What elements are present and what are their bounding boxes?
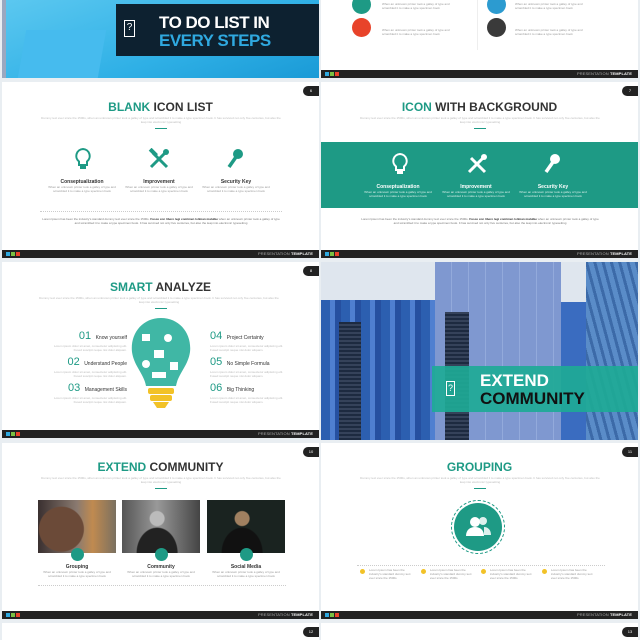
slide-footer: PRESENTATION TEMPLATE: [2, 611, 319, 619]
photo-grouping: [38, 500, 116, 553]
tools-icon: [466, 153, 488, 180]
slide-subtitle: Dummy text ever since the 1500s, when an…: [360, 116, 600, 124]
key-icon: [226, 148, 244, 175]
item-desc: When an unknown printer took a galley of…: [125, 185, 193, 193]
item-desc: Lorem Ipsum has been the industry's stan…: [551, 568, 593, 580]
slide-title-line1: TO DO LIST IN: [159, 13, 270, 32]
slide-paragraph: Lorem Ipsum has been the industry's stan…: [361, 217, 599, 225]
circle-icon-teal: [352, 0, 371, 14]
item-desc: When an unknown printer took a galley of…: [127, 570, 195, 578]
analyze-item: 06 Big Thinking Lorem ipsum dolor sit ame…: [210, 382, 284, 404]
community-icon: [155, 548, 168, 561]
slide-title: EXTEND COMMUNITY: [97, 460, 224, 474]
users-icon: [71, 548, 84, 561]
slide-12[interactable]: 12: [2, 623, 319, 640]
item-desc: When an unknown printer took a galley of…: [43, 570, 111, 578]
lightbulb-icon: [392, 152, 408, 180]
analyze-item: 04 Project Certainty Lorem ipsum dolor si…: [210, 330, 284, 352]
question-icon: ?: [446, 381, 455, 396]
slide-number: 8: [303, 266, 319, 276]
bullet-icon: [481, 569, 486, 574]
slide-blank-icon-list[interactable]: 6 BLANK ICON LIST Dummy text ever since …: [2, 82, 319, 258]
item-desc: Lorem Ipsum has been the industry's stan…: [490, 568, 532, 580]
slide-smart-analyze[interactable]: 8 SMART ANALYZE Dummy text ever since th…: [2, 262, 319, 438]
social-icon: [240, 548, 253, 561]
bullet-icon: [542, 569, 547, 574]
slide-icon-circles[interactable]: When an unknown printer took a galley of…: [321, 0, 638, 78]
title-band: ? EXTEND COMMUNITY: [432, 366, 638, 412]
slide-number: 10: [303, 447, 319, 457]
slide-subtitle: Dummy text ever since the 1500s, when an…: [41, 476, 281, 484]
item-desc: Lorem Ipsum has been the industry's stan…: [430, 568, 472, 580]
slide-title-line2: COMMUNITY: [480, 389, 585, 408]
slide-number: 7: [622, 86, 638, 96]
item-desc: When an unknown printer took a galley of…: [212, 570, 280, 578]
slide-subtitle: Dummy text ever since the 1500s, when an…: [360, 476, 600, 484]
question-icon: ?: [124, 20, 135, 37]
lightbulb-infographic: [128, 316, 194, 421]
slide-title-line2: EVERY STEPS: [159, 31, 271, 50]
slide-title-line1: EXTEND: [480, 371, 549, 390]
item-desc: Lorem Ipsum has been the industry's stan…: [369, 568, 411, 580]
slide-subtitle: Dummy text ever since the 1500s, when an…: [41, 116, 281, 124]
slide-title: BLANK ICON LIST: [108, 100, 213, 114]
item-desc: When an unknown printer took a galley of…: [364, 190, 432, 198]
circle-icon-dark: [487, 18, 506, 37]
slide-footer: PRESENTATION TEMPLATE: [321, 250, 638, 258]
item-desc: When an unknown printer took a galley of…: [48, 185, 116, 193]
bullet-icon: [421, 569, 426, 574]
tools-icon: [148, 147, 170, 175]
slide-title: GROUPING: [446, 460, 513, 474]
slide-number: 13: [622, 627, 638, 637]
slide-icon-with-background[interactable]: 7 ICON WITH BACKGROUND Dummy text ever s…: [321, 82, 638, 258]
analyze-item: 01 Know yourself Lorem ipsum dolor sit am…: [53, 330, 127, 352]
circle-icon-red: [352, 18, 371, 37]
item-desc: When an unknown printer took a galley of…: [515, 2, 583, 10]
bullet-icon: [360, 569, 365, 574]
analyze-item: 02 Understand People Lorem ipsum dolor si…: [53, 356, 127, 378]
slide-footer: PRESENTATION TEMPLATE: [2, 250, 319, 258]
logo: [325, 72, 339, 76]
slide-number: 12: [303, 627, 319, 637]
circle-icon-blue: [487, 0, 506, 14]
lightbulb-icon: [75, 147, 91, 175]
slide-footer: PRESENTATION TEMPLATE: [321, 70, 638, 78]
slide-footer: PRESENTATION TEMPLATE: [2, 430, 319, 438]
slide-title: ICON WITH BACKGROUND: [401, 100, 558, 114]
title-box: ? TO DO LIST IN EVERY STEPS: [116, 4, 319, 56]
slide-footer: PRESENTATION TEMPLATE: [321, 611, 638, 619]
slide-number: 6: [303, 86, 319, 96]
slide-subtitle: Dummy text ever since the 1500s, when an…: [39, 296, 279, 304]
users-icon: [454, 503, 502, 551]
analyze-item: 05 No Simple Formula Lorem ipsum dolor si…: [210, 356, 284, 378]
item-desc: When an unknown printer took a galley of…: [202, 185, 270, 193]
slide-extend-community[interactable]: 10 EXTEND COMMUNITY Dummy text ever sinc…: [2, 443, 319, 619]
item-desc: When an unknown printer took a galley of…: [519, 190, 587, 198]
slide-to-do-list[interactable]: ? TO DO LIST IN EVERY STEPS: [2, 0, 319, 78]
analyze-item: 03 Management Skills Lorem ipsum dolor si…: [53, 382, 127, 404]
slide-number: 11: [622, 447, 638, 457]
item-desc: When an unknown printer took a galley of…: [442, 190, 510, 198]
item-desc: When an unknown printer took a galley of…: [382, 28, 450, 36]
slide-title: SMART ANALYZE: [109, 280, 212, 294]
item-desc: When an unknown printer took a galley of…: [382, 2, 450, 10]
photo-social-media: [207, 500, 285, 553]
photo-community: [122, 500, 200, 553]
slide-13[interactable]: 13: [321, 623, 638, 640]
key-icon: [543, 153, 561, 180]
slide-paragraph: Lorem Ipsum has been the industry's stan…: [42, 217, 280, 225]
slide-grouping[interactable]: 11 GROUPING Dummy text ever since the 15…: [321, 443, 638, 619]
slide-extend-community-cover[interactable]: ? EXTEND COMMUNITY: [321, 262, 638, 440]
item-desc: When an unknown printer took a galley of…: [515, 28, 583, 36]
teal-band: Conseptualization Improvement Security K…: [321, 142, 638, 208]
